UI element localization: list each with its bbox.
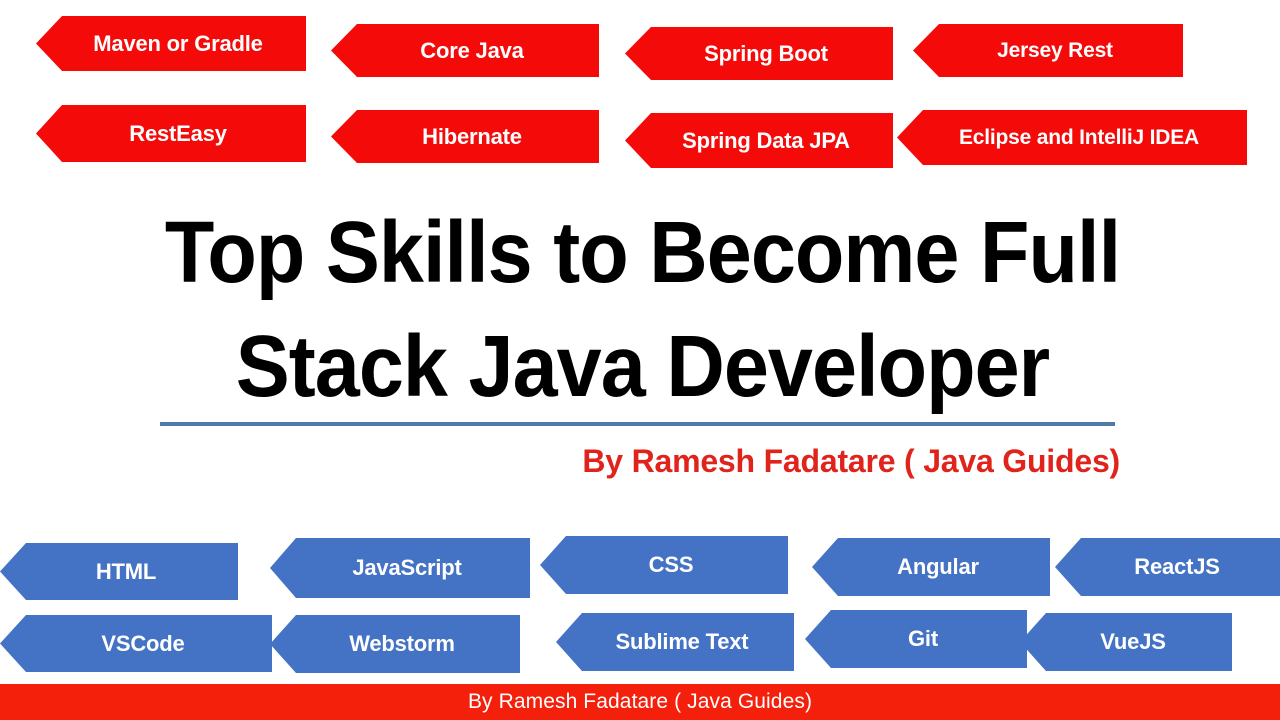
frontend-skill-chip-label: CSS <box>648 552 694 577</box>
title-line-2: Stack Java Developer <box>235 318 1050 415</box>
backend-skill-chip-label: Core Java <box>420 37 524 63</box>
frontend-skill-chip-label: HTML <box>95 558 157 584</box>
frontend-skill-chip-label: JavaScript <box>352 555 462 580</box>
title-line-1: Top Skills to Become Full <box>164 204 1121 301</box>
frontend-skill-chip[interactable]: CSS <box>540 536 788 594</box>
frontend-skill-chip[interactable]: Angular <box>812 538 1050 596</box>
frontend-skill-chip-label: Git <box>908 626 938 651</box>
backend-skill-chip[interactable]: Hibernate <box>331 110 599 163</box>
title-underline-rule <box>160 422 1115 426</box>
backend-skill-chip-label: Spring Data JPA <box>682 127 850 153</box>
frontend-skill-chip[interactable]: VueJS <box>1020 613 1232 671</box>
footer-bar: By Ramesh Fadatare ( Java Guides) <box>0 684 1280 720</box>
page-title: Top Skills to Become Full Stack Java Dev… <box>95 196 1190 424</box>
backend-skill-chip-label: Eclipse and IntelliJ IDEA <box>958 125 1200 149</box>
frontend-skill-chip[interactable]: Git <box>805 610 1027 668</box>
footer-credit-text: By Ramesh Fadatare ( Java Guides) <box>467 690 813 713</box>
frontend-skill-chip-label: Webstorm <box>349 631 455 656</box>
frontend-skill-chip[interactable]: ReactJS <box>1055 538 1280 596</box>
backend-skill-chip-label: Maven or Gradle <box>93 30 263 56</box>
frontend-skill-chip-label: ReactJS <box>1134 554 1220 579</box>
slide-canvas: Maven or Gradle Core Java Spring Boot Jerse… <box>0 0 1280 720</box>
backend-skill-chip[interactable]: RestEasy <box>36 105 306 162</box>
backend-skill-chip-label: Spring Boot <box>704 40 828 66</box>
frontend-skill-chip-label: Sublime Text <box>615 629 749 654</box>
backend-skill-chip-label: Jersey Rest <box>997 38 1113 62</box>
author-byline: By Ramesh Fadatare ( Java Guides) <box>582 443 1120 479</box>
backend-skill-chip-label: RestEasy <box>129 120 227 146</box>
backend-skill-chip[interactable]: Spring Data JPA <box>625 113 893 168</box>
frontend-skill-chip-label: VueJS <box>1100 629 1166 654</box>
frontend-skill-chip-label: Angular <box>897 554 979 579</box>
frontend-skill-chip[interactable]: HTML <box>0 543 238 600</box>
frontend-skill-chip[interactable]: Sublime Text <box>556 613 794 671</box>
backend-skill-chip[interactable]: Eclipse and IntelliJ IDEA <box>897 110 1247 165</box>
backend-skill-chip[interactable]: Core Java <box>331 24 599 77</box>
backend-skill-chip[interactable]: Maven or Gradle <box>36 16 306 71</box>
backend-skill-chip[interactable]: Spring Boot <box>625 27 893 80</box>
frontend-skill-chip-label: VSCode <box>101 630 185 656</box>
frontend-skill-chip[interactable]: JavaScript <box>270 538 530 598</box>
frontend-skill-chip[interactable]: Webstorm <box>270 615 520 673</box>
frontend-skill-chip[interactable]: VSCode <box>0 615 272 672</box>
backend-skill-chip-label: Hibernate <box>422 123 522 149</box>
backend-skill-chip[interactable]: Jersey Rest <box>913 24 1183 77</box>
